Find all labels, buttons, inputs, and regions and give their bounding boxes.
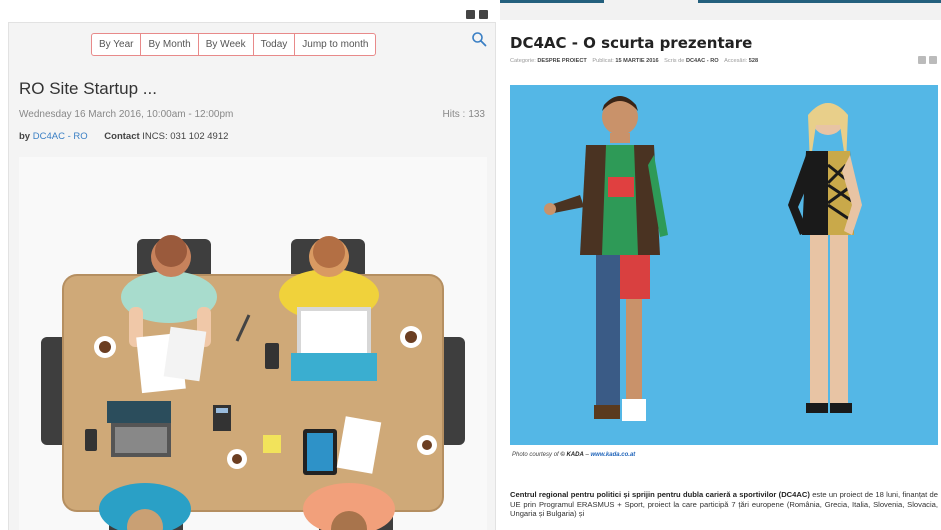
category-link[interactable]: DESPRE PROIECT [537, 58, 586, 64]
article-panel: DC4AC - O scurta prezentare Categorie: D… [500, 0, 941, 530]
category-label: Categorie: [510, 58, 536, 64]
calendar-panel: By Year By Month By Week Today Jump to m… [0, 0, 500, 530]
by-label: by [19, 131, 31, 142]
caption-link[interactable]: www.kada.co.at [590, 452, 635, 458]
nav-jump-to-month-button[interactable]: Jump to month [295, 34, 375, 55]
hits-label: Hits : [442, 109, 466, 120]
article-title: DC4AC - O scurta prezentare [510, 34, 753, 52]
event-title: RO Site Startup ... [19, 79, 157, 98]
calendar-nav: By Year By Month By Week Today Jump to m… [91, 33, 377, 56]
views-count: 528 [748, 58, 759, 64]
print-icon[interactable] [918, 56, 926, 64]
published-label: Publicat: [592, 58, 614, 64]
search-icon[interactable] [471, 31, 487, 47]
event-card: By Year By Month By Week Today Jump to m… [8, 22, 496, 530]
top-actions [466, 10, 488, 19]
menu-tab-indicator [698, 0, 941, 3]
article-meta: Categorie: DESPRE PROIECT Publicat: 15 M… [510, 58, 758, 64]
published-date: 15 MARTIE 2016 [615, 58, 659, 64]
nav-today-button[interactable]: Today [254, 34, 296, 55]
views-label: Accesări: [724, 58, 748, 64]
event-byline: by DC4AC - RO Contact INCS: 031 102 4912 [19, 131, 228, 142]
email-icon[interactable] [479, 10, 488, 19]
hits-value: 133 [468, 109, 485, 120]
nav-by-month-button[interactable]: By Month [141, 34, 199, 55]
article-photo [510, 85, 938, 445]
contact-value: INCS: 031 102 4912 [142, 131, 229, 142]
author-label: Scris de [664, 58, 685, 64]
event-author-link[interactable]: DC4AC - RO [33, 131, 88, 142]
contact-label: Contact [104, 131, 140, 142]
top-menu-bar [500, 0, 941, 20]
print-icon[interactable] [466, 10, 475, 19]
event-datetime: Wednesday 16 March 2016, 10:00am - 12:00… [19, 109, 234, 120]
caption-owner: © KADA [560, 452, 584, 458]
article-body: Centrul regional pentru politici și spri… [510, 490, 938, 519]
page: By Year By Month By Week Today Jump to m… [0, 0, 941, 530]
article-actions [918, 56, 937, 64]
caption-prefix: Photo courtesy of [512, 452, 559, 458]
caption-dash: – [585, 452, 589, 458]
nav-by-year-button[interactable]: By Year [92, 34, 142, 55]
photo-caption: Photo courtesy of © KADA – www.kada.co.a… [512, 452, 635, 458]
event-hits: Hits :133 [440, 109, 485, 120]
menu-tab-indicator [500, 0, 604, 3]
nav-by-week-button[interactable]: By Week [199, 34, 254, 55]
email-icon[interactable] [929, 56, 937, 64]
event-illustration [19, 157, 487, 530]
article-author: DC4AC - RO [685, 58, 719, 64]
body-lead: Centrul regional pentru politici și spri… [510, 490, 810, 499]
